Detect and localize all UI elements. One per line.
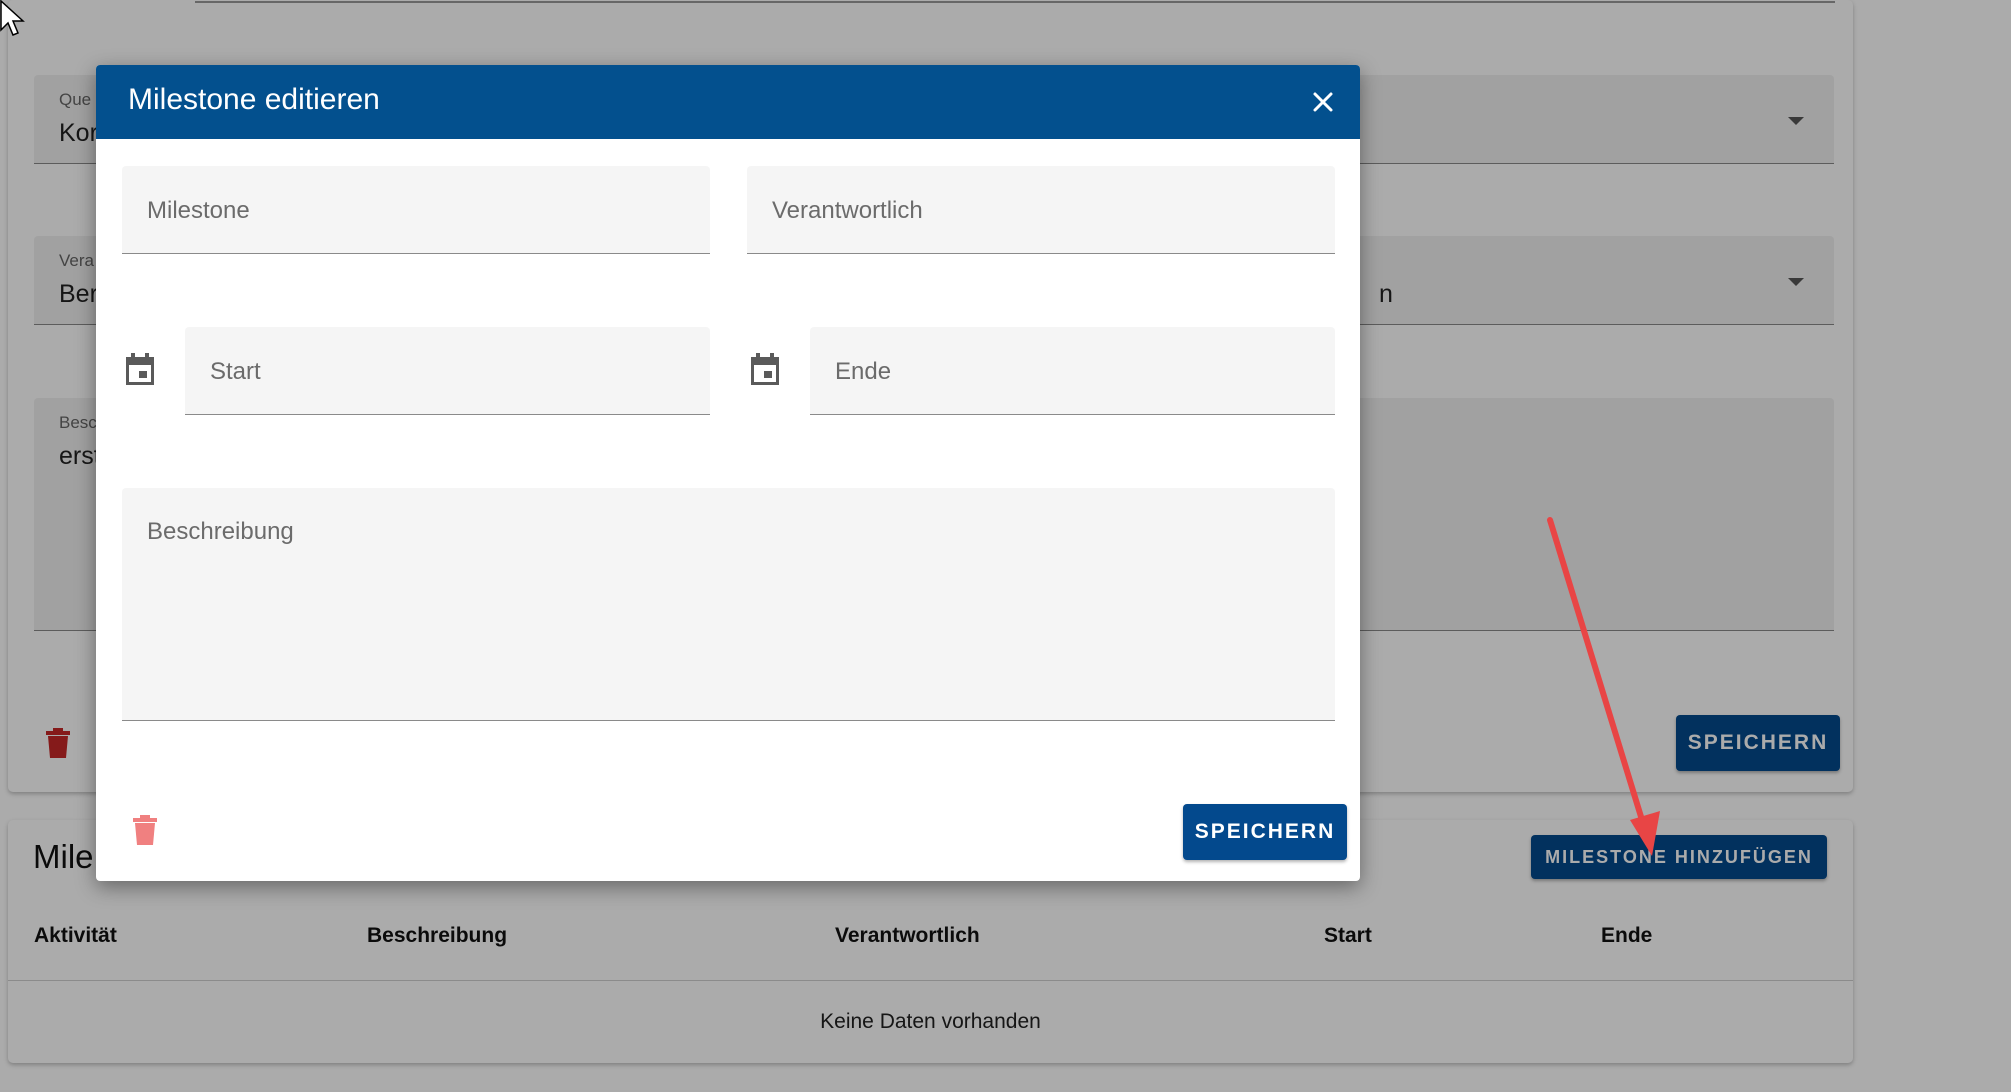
mouse-cursor-icon — [0, 0, 25, 36]
annotation-arrow — [1547, 517, 1660, 856]
